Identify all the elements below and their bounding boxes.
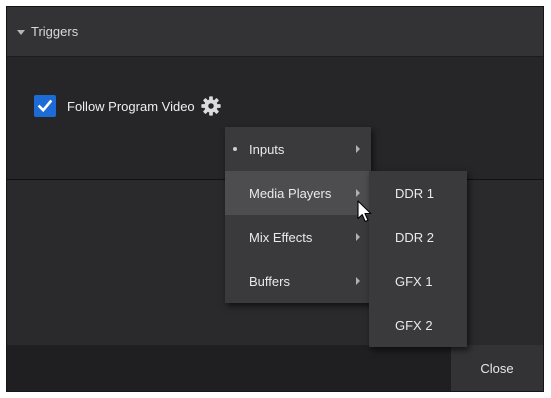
selected-bullet-icon [233,147,237,151]
follow-program-video-row: Follow Program Video [34,94,222,118]
follow-program-video-checkbox[interactable] [34,95,56,117]
follow-program-video-label: Follow Program Video [67,98,195,114]
menu-item-mix-effects[interactable]: Mix Effects [225,215,371,259]
section-header[interactable]: Triggers [7,7,543,57]
menu-item-label: Media Players [249,185,332,201]
submenu-item-gfx-1[interactable]: GFX 1 [369,259,467,303]
footer-bar: Close [7,345,543,391]
menu-item-media-players[interactable]: Media Players [225,171,371,215]
submenu-arrow-icon [356,145,360,153]
menu-item-buffers[interactable]: Buffers [225,259,371,303]
close-button[interactable]: Close [451,345,543,391]
submenu-arrow-icon [356,233,360,241]
triangle-down-icon[interactable] [17,29,25,35]
submenu-arrow-icon [356,277,360,285]
submenu-arrow-icon [356,189,360,197]
gear-icon[interactable] [200,95,222,117]
media-players-submenu: DDR 1 DDR 2 GFX 1 GFX 2 [369,171,467,347]
menu-item-inputs[interactable]: Inputs [225,127,371,171]
source-context-menu: Inputs Media Players Mix Effects Buffers [225,127,371,303]
menu-item-label: Mix Effects [249,229,313,245]
menu-item-label: Buffers [249,273,290,289]
section-title: Triggers [31,24,79,39]
mouse-pointer-icon [357,200,372,223]
submenu-item-ddr-1[interactable]: DDR 1 [369,171,467,215]
submenu-item-gfx-2[interactable]: GFX 2 [369,303,467,347]
menu-item-label: Inputs [249,141,285,157]
submenu-item-ddr-2[interactable]: DDR 2 [369,215,467,259]
checkmark-icon [37,99,53,113]
